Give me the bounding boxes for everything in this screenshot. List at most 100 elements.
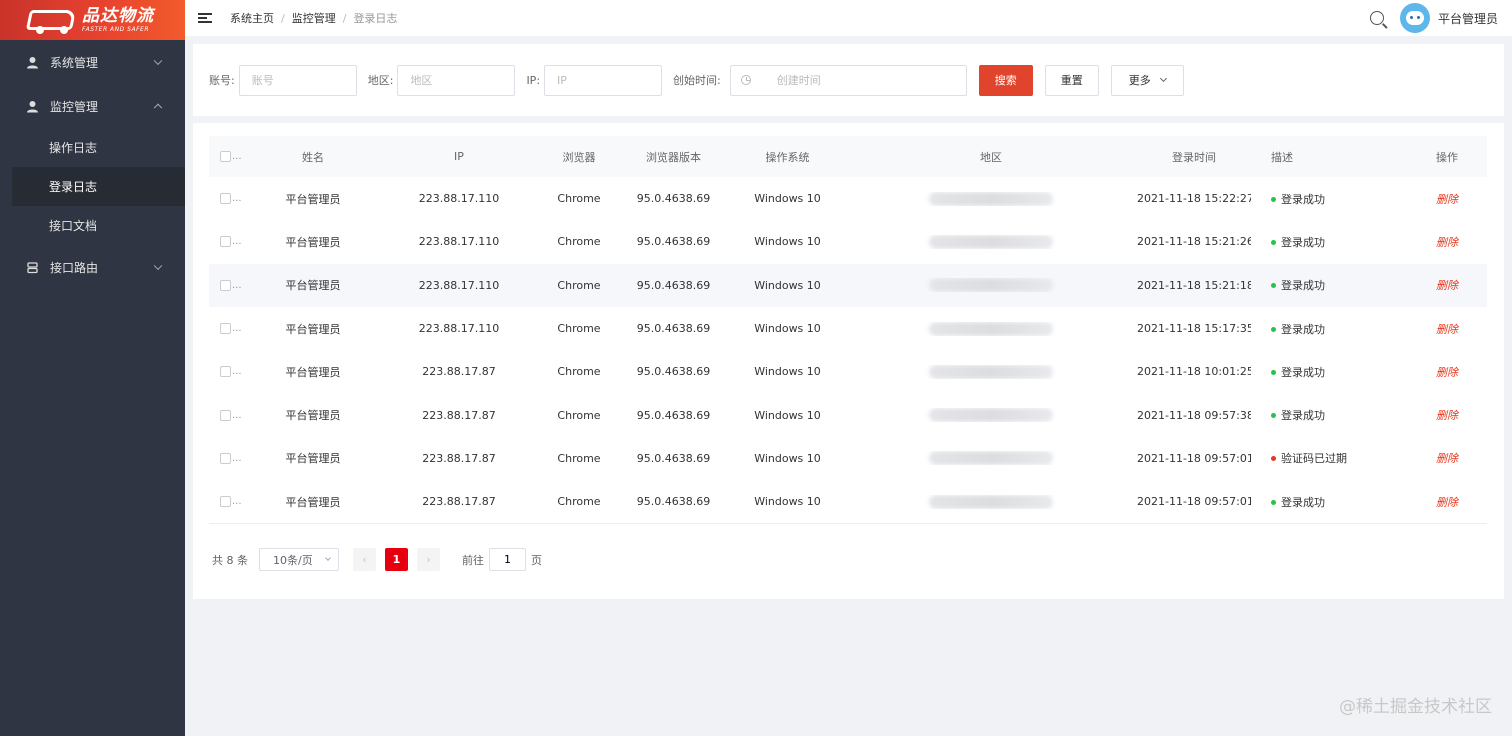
- row-select-cell: ...: [209, 496, 249, 508]
- cell-actions: 删除: [1407, 191, 1487, 207]
- cell-area: [845, 321, 1137, 336]
- column-header-ip: IP: [454, 150, 464, 163]
- table-row[interactable]: ... 平台管理员 223.88.17.87 Chrome 95.0.4638.69 Wi…: [209, 350, 1487, 393]
- cell-area: [845, 364, 1137, 379]
- row-select-cell: ...: [209, 452, 249, 464]
- column-header-browser: 浏览器: [562, 150, 596, 164]
- delete-link[interactable]: 删除: [1436, 366, 1458, 379]
- row-select-cell: ...: [209, 236, 249, 248]
- cell-ip: 223.88.17.87: [422, 365, 496, 379]
- row-checkbox[interactable]: [220, 193, 231, 205]
- table-row[interactable]: ... 平台管理员 223.88.17.110 Chrome 95.0.4638.69 W…: [209, 177, 1487, 220]
- sidebar-item-monitor[interactable]: 监控管理: [0, 84, 185, 128]
- page-suffix: 页: [531, 553, 542, 567]
- breadcrumb-current: 登录日志: [353, 12, 398, 25]
- sidebar-item-api-router[interactable]: 接口路由: [0, 245, 185, 289]
- breadcrumb: 系统主页 / 监控管理 / 登录日志: [230, 10, 397, 26]
- cell-login-time: 2021-11-18 09:57:01: [1137, 451, 1251, 465]
- row-select-cell: ...: [209, 323, 249, 335]
- cell-ip: 223.88.17.87: [422, 451, 496, 465]
- clock-icon: [740, 75, 751, 85]
- row-checkbox[interactable]: [220, 366, 231, 378]
- delete-link[interactable]: 删除: [1436, 323, 1458, 336]
- account-input[interactable]: [238, 64, 357, 96]
- select-all-checkbox[interactable]: [220, 151, 231, 162]
- goto-label: 前往: [462, 553, 484, 567]
- status-dot: [1271, 413, 1276, 419]
- brand-logo[interactable]: 品达物流 FASTER AND SAFER: [0, 0, 185, 40]
- cell-os: Windows 10: [754, 451, 821, 465]
- column-header-name: 姓名: [302, 150, 324, 164]
- row-checkbox[interactable]: [220, 236, 231, 248]
- row-checkbox[interactable]: [220, 496, 231, 508]
- table-row[interactable]: ... 平台管理员 223.88.17.87 Chrome 95.0.4638.69 Wi…: [209, 480, 1487, 523]
- next-page-button[interactable]: ›: [417, 548, 440, 571]
- cell-area: [845, 278, 1137, 293]
- row-select-cell: ...: [209, 193, 249, 205]
- table-row[interactable]: ... 平台管理员 223.88.17.110 Chrome 95.0.4638.69 W…: [209, 263, 1487, 307]
- cell-login-time: 2021-11-18 09:57:38: [1137, 408, 1251, 422]
- cell-description: 登录成功: [1251, 277, 1407, 293]
- menu-toggle-icon[interactable]: [198, 13, 212, 23]
- breadcrumb-monitor[interactable]: 监控管理: [292, 10, 336, 26]
- delete-link[interactable]: 删除: [1436, 236, 1458, 249]
- cell-login-time: 2021-11-18 15:22:27: [1137, 192, 1251, 206]
- table-row[interactable]: ... 平台管理员 223.88.17.87 Chrome 95.0.4638.69 Wi…: [209, 437, 1487, 480]
- cell-login-time: 2021-11-18 09:57:01: [1137, 495, 1251, 509]
- blurred-area-text: [929, 408, 1053, 423]
- prev-page-button[interactable]: ‹: [353, 548, 376, 571]
- row-select-cell: ...: [209, 279, 249, 291]
- delete-link[interactable]: 删除: [1436, 496, 1458, 509]
- reset-button[interactable]: 重置: [1044, 64, 1099, 96]
- sidebar-item-system[interactable]: 系统管理: [0, 40, 185, 84]
- delete-link[interactable]: 删除: [1436, 409, 1458, 422]
- cell-actions: 删除: [1407, 494, 1487, 510]
- area-input[interactable]: [397, 64, 516, 96]
- delete-link[interactable]: 删除: [1436, 279, 1458, 292]
- table-row[interactable]: ... 平台管理员 223.88.17.110 Chrome 95.0.4638.69 W…: [209, 220, 1487, 263]
- blurred-area-text: [929, 364, 1053, 379]
- brand-name: 品达物流: [82, 5, 154, 26]
- search-button[interactable]: 搜索: [978, 64, 1033, 96]
- status-text: 登录成功: [1281, 235, 1325, 249]
- blurred-area-text: [929, 451, 1053, 466]
- page-size-select[interactable]: 10条/页: [259, 548, 339, 571]
- goto-page-input[interactable]: [489, 548, 526, 571]
- table-row[interactable]: ... 平台管理员 223.88.17.87 Chrome 95.0.4638.69 Wi…: [209, 393, 1487, 436]
- delete-link[interactable]: 删除: [1436, 452, 1458, 465]
- page-size-value: 10条/页: [273, 553, 313, 567]
- created-time-picker[interactable]: [729, 64, 967, 96]
- row-checkbox[interactable]: [220, 279, 231, 291]
- created-time-input[interactable]: [776, 73, 957, 87]
- sidebar-menu: 系统管理 监控管理 操作日志 登录日志 接口文档 接口路由: [0, 40, 185, 289]
- user-name[interactable]: 平台管理员: [1438, 10, 1498, 27]
- column-header-description: 描述: [1271, 150, 1293, 164]
- sidebar-subitem-operation-log[interactable]: 操作日志: [0, 128, 185, 167]
- cell-description: 登录成功: [1251, 191, 1407, 207]
- page-number-button[interactable]: 1: [385, 548, 408, 571]
- breadcrumb-home[interactable]: 系统主页: [230, 10, 274, 26]
- row-checkbox[interactable]: [220, 323, 231, 335]
- cell-browser: Chrome: [557, 451, 601, 465]
- time-label: 创始时间:: [673, 74, 721, 87]
- avatar[interactable]: [1399, 3, 1430, 33]
- breadcrumb-separator: /: [281, 11, 285, 25]
- search-icon[interactable]: [1369, 11, 1384, 25]
- ip-input[interactable]: [544, 64, 663, 96]
- cell-browser-version: 95.0.4638.69: [636, 451, 711, 465]
- cell-ip: 223.88.17.110: [418, 192, 500, 206]
- row-checkbox[interactable]: [220, 409, 231, 421]
- table-row[interactable]: ... 平台管理员 223.88.17.110 Chrome 95.0.4638.69 W…: [209, 307, 1487, 350]
- sidebar-subitem-login-log[interactable]: 登录日志: [12, 167, 185, 206]
- sidebar-item-label: 监控管理: [50, 99, 99, 114]
- status-dot: [1271, 196, 1276, 202]
- more-button-label: 更多: [1128, 74, 1151, 87]
- cell-name: 平台管理员: [285, 279, 341, 293]
- sidebar-item-label: 系统管理: [50, 55, 99, 70]
- chevron-down-icon: [153, 56, 163, 66]
- more-button[interactable]: 更多: [1110, 64, 1184, 96]
- sidebar-subitem-api-docs[interactable]: 接口文档: [0, 206, 185, 245]
- delete-link[interactable]: 删除: [1436, 193, 1458, 206]
- row-checkbox[interactable]: [220, 452, 231, 464]
- cell-ip: 223.88.17.110: [418, 235, 500, 249]
